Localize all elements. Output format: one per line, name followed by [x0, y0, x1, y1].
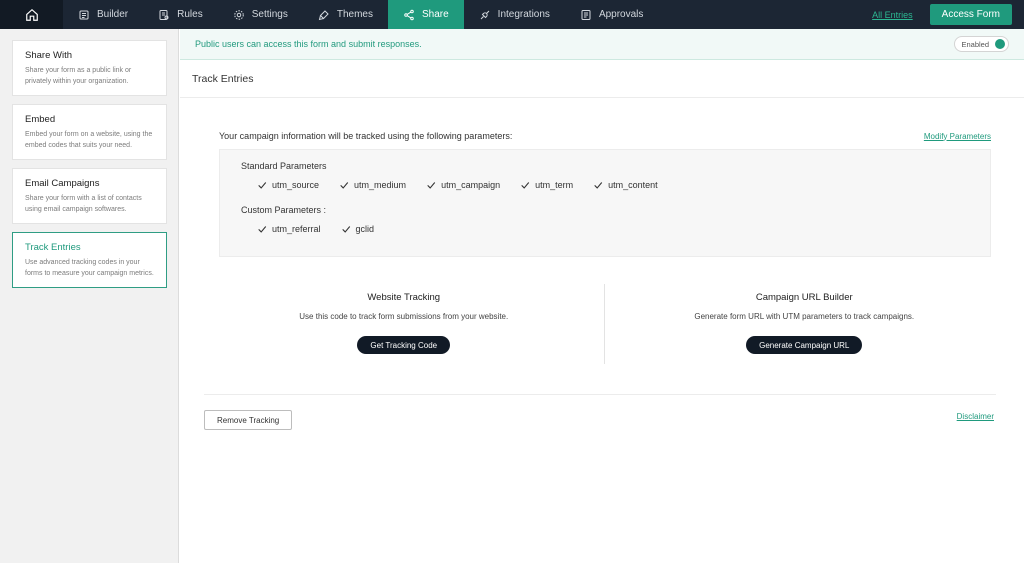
parameter-label: utm_medium	[354, 180, 407, 190]
parameter-label: utm_referral	[272, 224, 321, 234]
custom-parameters-list: utm_referral gclid	[241, 224, 969, 234]
share-sidebar: Share With Share your form as a public l…	[0, 29, 179, 563]
tracking-options: Website Tracking Use this code to track …	[204, 284, 1004, 364]
parameter-item: utm_source	[257, 180, 319, 190]
page-header: Track Entries	[180, 60, 1024, 98]
access-banner: Public users can access this form and su…	[180, 29, 1024, 60]
parameter-item: utm_term	[520, 180, 573, 190]
access-form-button[interactable]: Access Form	[929, 4, 1012, 25]
campaign-url-builder-section: Campaign URL Builder Generate form URL w…	[603, 284, 1005, 364]
nav-item-share[interactable]: Share	[387, 0, 464, 29]
check-icon	[258, 226, 267, 233]
sidebar-item-track-entries[interactable]: Track Entries Use advanced tracking code…	[12, 232, 167, 288]
parameters-box: Standard Parameters utm_source utm_mediu…	[219, 149, 991, 257]
campaign-builder-title: Campaign URL Builder	[755, 292, 853, 303]
website-tracking-section: Website Tracking Use this code to track …	[204, 284, 604, 364]
website-tracking-desc: Use this code to track form submissions …	[299, 312, 509, 321]
gear-icon	[233, 9, 244, 20]
nav-item-settings[interactable]: Settings	[218, 0, 303, 29]
section-divider	[204, 394, 996, 395]
builder-icon	[79, 10, 89, 19]
custom-parameters-heading: Custom Parameters :	[241, 205, 327, 215]
check-icon	[427, 182, 436, 189]
website-tracking-title: Website Tracking	[367, 292, 441, 303]
page-title: Track Entries	[192, 72, 254, 85]
sidebar-item-title: Embed	[25, 114, 56, 125]
approvals-icon	[581, 9, 591, 20]
check-icon	[594, 182, 603, 189]
nav-item-label: Approvals	[598, 9, 644, 20]
sidebar-item-desc: Use advanced tracking codes in your form…	[25, 259, 154, 277]
parameter-item: utm_referral	[257, 224, 321, 234]
check-icon	[340, 182, 349, 189]
sidebar-item-title: Track Entries	[25, 242, 81, 253]
toggle-knob	[995, 39, 1005, 49]
standard-parameters-list: utm_source utm_medium utm_campaign utm_t…	[241, 180, 969, 190]
all-entries-link[interactable]: All Entries	[872, 10, 913, 20]
nav-item-label: Settings	[251, 9, 288, 20]
sidebar-item-title: Email Campaigns	[25, 178, 100, 189]
parameter-label: utm_term	[535, 180, 574, 190]
nav-item-label: Builder	[97, 9, 129, 20]
nav-item-integrations[interactable]: Integrations	[464, 0, 565, 29]
nav-item-builder[interactable]: Builder	[63, 0, 143, 29]
rules-icon	[159, 9, 169, 20]
sidebar-item-share-with[interactable]: Share With Share your form as a public l…	[12, 40, 167, 96]
parameter-label: utm_content	[608, 180, 658, 190]
parameter-item: utm_medium	[339, 180, 406, 190]
main-content: Public users can access this form and su…	[180, 29, 1024, 563]
nav-item-rules[interactable]: Rules	[143, 0, 218, 29]
sidebar-item-embed[interactable]: Embed Embed your form on a website, usin…	[12, 104, 167, 160]
sidebar-item-desc: Share your form as a public link or priv…	[25, 67, 132, 85]
sidebar-item-email-campaigns[interactable]: Email Campaigns Share your form with a l…	[12, 168, 167, 224]
sidebar-item-desc: Embed your form on a website, using the …	[25, 131, 153, 149]
nav-item-approvals[interactable]: Approvals	[565, 0, 658, 29]
share-icon	[404, 9, 414, 20]
disclaimer-link[interactable]: Disclaimer	[957, 412, 994, 421]
generate-campaign-url-button[interactable]: Generate Campaign URL	[746, 336, 863, 354]
home-icon	[25, 8, 38, 21]
nav-item-label: Themes	[336, 9, 373, 20]
toggle-label: Enabled	[961, 39, 989, 49]
params-intro-text: Your campaign information will be tracke…	[219, 131, 513, 141]
parameter-item: gclid	[341, 224, 375, 234]
check-icon	[258, 182, 267, 189]
integrations-icon	[480, 10, 490, 19]
nav-item-label: Rules	[177, 9, 203, 20]
top-nav: Builder Rules Settings Themes Share Inte…	[0, 0, 1024, 29]
nav-item-themes[interactable]: Themes	[303, 0, 388, 29]
check-icon	[521, 182, 530, 189]
parameter-label: utm_campaign	[441, 180, 501, 190]
sidebar-item-desc: Share your form with a list of contacts …	[25, 195, 142, 213]
parameter-label: gclid	[355, 224, 375, 234]
nav-item-label: Share	[421, 9, 449, 20]
nav-item-label: Integrations	[497, 9, 550, 20]
remove-tracking-button[interactable]: Remove Tracking	[204, 410, 293, 430]
standard-parameters-heading: Standard Parameters	[241, 161, 327, 171]
check-icon	[341, 226, 350, 233]
parameter-item: utm_campaign	[426, 180, 500, 190]
banner-text: Public users can access this form and su…	[195, 39, 422, 49]
params-intro: Your campaign information will be tracke…	[219, 131, 991, 141]
campaign-builder-desc: Generate form URL with UTM parameters to…	[694, 312, 915, 321]
parameter-label: utm_source	[272, 180, 320, 190]
brush-icon	[318, 9, 329, 20]
enabled-toggle[interactable]: Enabled	[954, 36, 1009, 52]
sidebar-item-title: Share With	[25, 50, 72, 61]
home-button[interactable]	[0, 0, 63, 29]
topbar-actions: All Entries Access Form	[872, 4, 1024, 25]
get-tracking-code-button[interactable]: Get Tracking Code	[357, 336, 451, 354]
modify-parameters-link[interactable]: Modify Parameters	[924, 132, 991, 141]
parameter-item: utm_content	[593, 180, 658, 190]
